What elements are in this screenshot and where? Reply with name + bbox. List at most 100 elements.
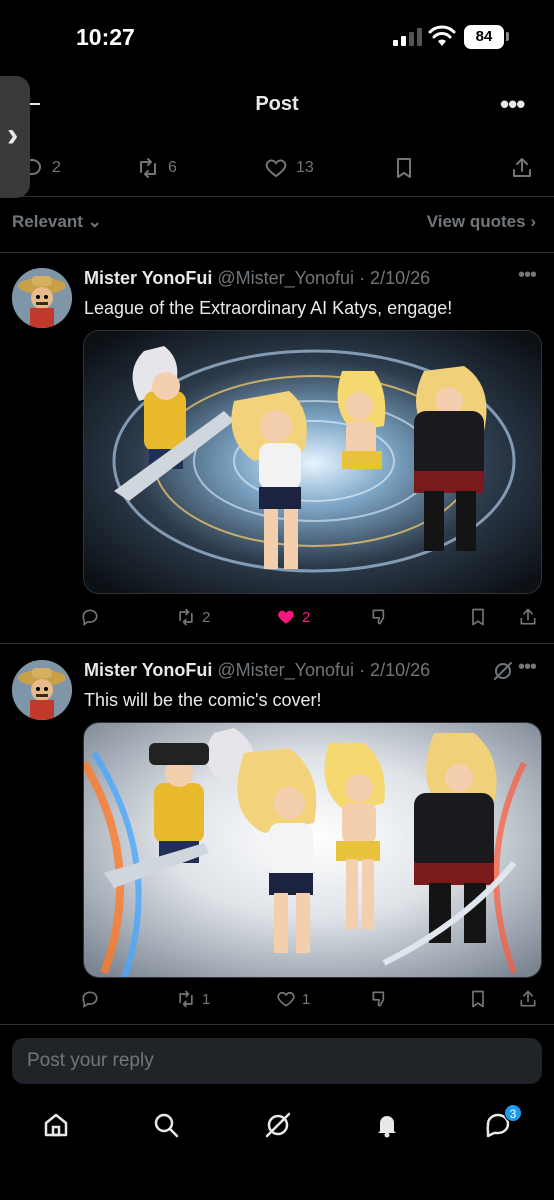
thumbs-down-icon: [372, 609, 385, 625]
battery-indicator: 84: [464, 25, 504, 49]
divider: [0, 643, 554, 644]
repost-icon: [140, 158, 156, 178]
author-handle: @Mister_Yonofui: [217, 660, 355, 680]
reply-count: 2: [52, 159, 61, 176]
bottom-nav: [0, 1104, 554, 1150]
nav-search[interactable]: [151, 1110, 181, 1140]
battery-tip: [506, 32, 509, 41]
sort-label: Relevant: [12, 212, 83, 231]
repost-count: 2: [202, 608, 211, 626]
avatar-image: [12, 660, 72, 720]
downvote-button[interactable]: [370, 602, 390, 632]
reply-icon: [82, 609, 98, 627]
page-title: Post: [255, 93, 299, 115]
post-image[interactable]: [83, 722, 542, 978]
repost-count: 6: [168, 159, 177, 176]
repost-button[interactable]: 2: [176, 602, 210, 632]
nav-home[interactable]: [41, 1110, 71, 1140]
post-text: League of the Extraordinary AI Katys, en…: [84, 298, 453, 318]
bookmark-button[interactable]: [468, 602, 488, 632]
sort-dropdown[interactable]: Relevant ⌄: [12, 212, 102, 232]
top-bar: Post •••: [0, 80, 554, 130]
bookmark-icon: [397, 158, 411, 178]
divider: [0, 1024, 554, 1025]
repost-count: 1: [202, 990, 211, 1008]
search-icon: [154, 1113, 179, 1138]
reply-post[interactable]: Mister YonoFui @Mister_Yonofui · 2/10/26…: [0, 656, 554, 1020]
chevron-down-icon: ⌄: [87, 212, 102, 231]
bookmark-button[interactable]: [468, 984, 488, 1014]
reply-button[interactable]: [80, 984, 106, 1014]
avatar-image: [12, 268, 72, 328]
like-count: 2: [302, 608, 311, 626]
side-drawer-handle[interactable]: ›: [0, 76, 30, 198]
downvote-button[interactable]: [370, 984, 390, 1014]
nav-notifications[interactable]: [372, 1110, 402, 1140]
messages-badge: 3: [504, 1104, 522, 1122]
more-options-icon[interactable]: •••: [500, 91, 525, 117]
more-options-icon[interactable]: •••: [518, 656, 537, 679]
like-button[interactable]: 1: [276, 984, 310, 1014]
share-icon: [520, 990, 536, 1007]
view-quotes-label: View quotes: [426, 212, 526, 231]
reply-post[interactable]: Mister YonoFui @Mister_Yonofui · 2/10/26…: [0, 264, 554, 638]
like-button[interactable]: 2: [276, 602, 310, 632]
view-quotes-link[interactable]: View quotes ›: [427, 212, 536, 232]
heart-filled-icon: [278, 610, 294, 624]
bookmark-icon: [472, 608, 484, 626]
bookmark-icon: [472, 990, 484, 1008]
post-date: · 2/10/26: [359, 660, 431, 680]
post-date: · 2/10/26: [359, 268, 431, 288]
avatar[interactable]: [12, 268, 72, 328]
avatar[interactable]: [12, 660, 72, 720]
status-bar: 10:27 84: [0, 0, 554, 76]
status-time: 10:27: [76, 24, 135, 50]
repost-icon: [179, 608, 193, 626]
home-icon: [44, 1113, 68, 1137]
grok-icon: [265, 1112, 291, 1138]
bookmark-button[interactable]: [392, 154, 416, 182]
nav-grok[interactable]: [263, 1110, 293, 1140]
wifi-icon: [428, 25, 456, 46]
share-button[interactable]: [518, 984, 538, 1014]
like-count-button[interactable]: 13: [264, 154, 314, 182]
post-header: Mister YonoFui @Mister_Yonofui · 2/10/26: [84, 660, 430, 684]
chevron-right-icon: ›: [7, 116, 19, 154]
thumbs-down-icon: [372, 991, 385, 1007]
replies-sort-row: Relevant ⌄ View quotes ›: [0, 206, 554, 240]
share-icon: [520, 608, 536, 625]
reply-icon: [82, 991, 98, 1009]
divider: [0, 196, 554, 197]
repost-button[interactable]: 1: [176, 984, 210, 1014]
post-actions: 1 1: [80, 984, 550, 1014]
share-button[interactable]: [518, 602, 538, 632]
post-actions: 2 2: [80, 602, 550, 632]
post-stats-row: 2 6 13: [0, 148, 554, 188]
post-image[interactable]: [83, 330, 542, 594]
divider: [0, 252, 554, 253]
anime-comic-cover-image: [84, 723, 541, 977]
like-count: 13: [296, 159, 314, 176]
cellular-signal-icon: [393, 28, 422, 46]
author-name[interactable]: Mister YonoFui: [84, 660, 212, 680]
post-header: Mister YonoFui @Mister_Yonofui · 2/10/26: [84, 268, 430, 292]
author-handle: @Mister_Yonofui: [217, 268, 355, 288]
grok-icon[interactable]: [492, 660, 514, 682]
author-name[interactable]: Mister YonoFui: [84, 268, 212, 288]
heart-icon: [277, 991, 295, 1007]
repost-count-button[interactable]: 6: [136, 154, 177, 182]
repost-icon: [179, 990, 193, 1008]
bell-icon: [378, 1116, 396, 1138]
heart-icon: [265, 159, 287, 178]
reply-input[interactable]: Post your reply: [12, 1038, 542, 1084]
reply-input-placeholder: Post your reply: [27, 1050, 154, 1071]
home-indicator: [207, 1184, 347, 1189]
post-text: This will be the comic's cover!: [84, 690, 322, 710]
chevron-right-icon: ›: [530, 212, 536, 231]
share-icon: [513, 158, 531, 177]
more-options-icon[interactable]: •••: [518, 264, 537, 287]
like-count: 1: [302, 990, 311, 1008]
share-button[interactable]: [510, 154, 534, 182]
anime-heroines-vortex-image: [84, 331, 541, 593]
reply-button[interactable]: [80, 602, 106, 632]
